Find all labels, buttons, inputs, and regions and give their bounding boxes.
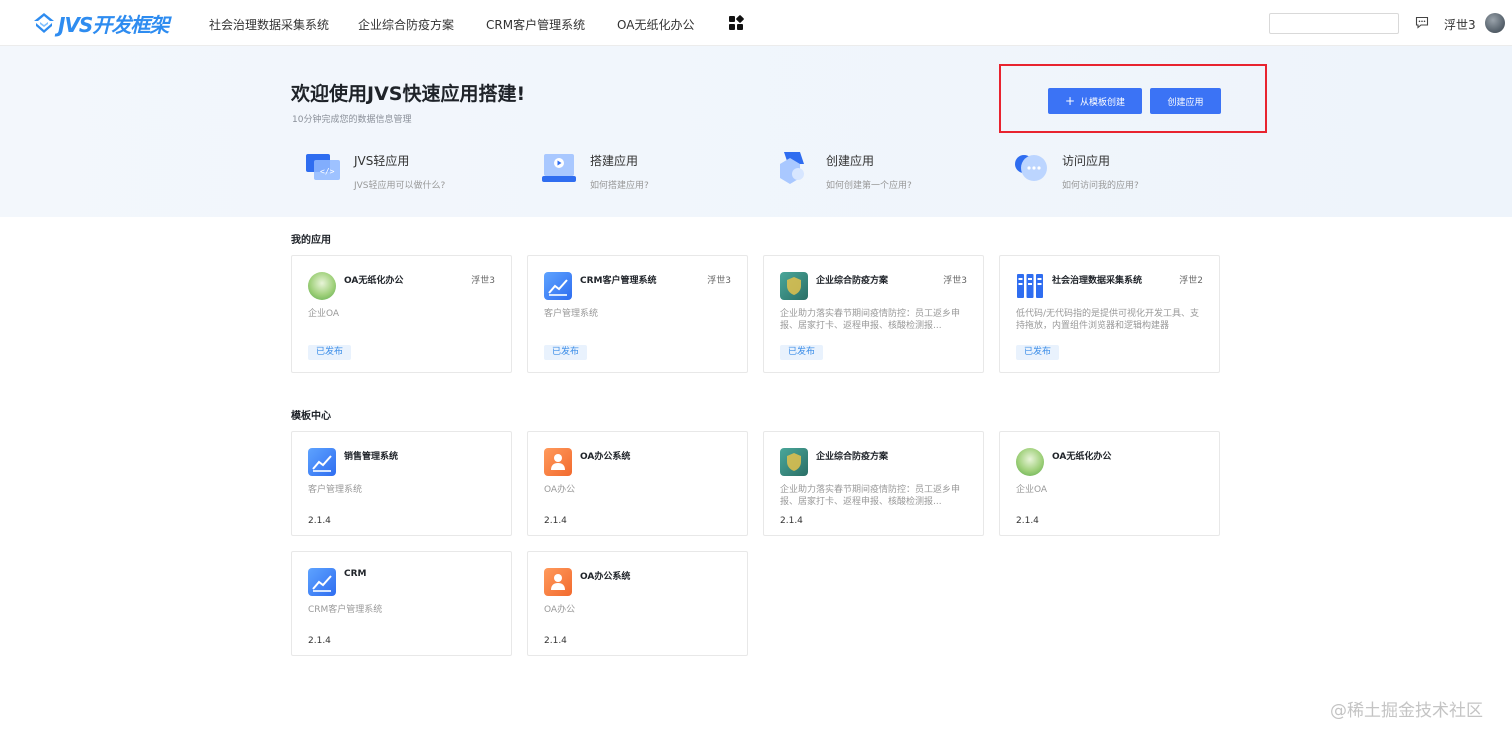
guide-desc: 如何创建第一个应用? [826,181,912,191]
oa-people-icon [544,448,572,476]
create-from-template-button[interactable]: + 从模板创建 [1048,88,1142,114]
crm-chart-icon [308,568,336,596]
template-card-crm[interactable]: CRM CRM客户管理系统 2.1.4 [291,551,512,656]
app-desc: 客户管理系统 [544,309,599,319]
template-card-oa-office[interactable]: OA办公系统 OA办公 2.1.4 [527,431,748,536]
app-card-epidemic[interactable]: 企业综合防疫方案 浮世3 企业助力落实春节期间疫情防控：员工返乡申报、居家打卡、… [763,255,984,373]
app-owner: 浮世3 [471,276,495,286]
template-card-sales[interactable]: 销售管理系统 客户管理系统 2.1.4 [291,431,512,536]
template-desc: OA办公 [544,485,576,495]
app-card-oa[interactable]: OA无纸化办公 浮世3 企业OA 已发布 [291,255,512,373]
guide-desc: 如何搭建应用? [590,181,649,191]
template-desc: 企业助力落实春节期间疫情防控：员工返乡申报、居家打卡、返程申报、核酸检测报... [780,485,961,507]
search-input[interactable] [1269,13,1399,34]
status-badge: 已发布 [780,345,824,360]
code-window-icon: </> [306,154,340,180]
template-name: CRM [344,569,367,579]
user-name[interactable]: 浮世3 [1444,16,1476,33]
crm-chart-icon [544,272,572,300]
logo-text: JVS开发框架 [58,12,169,37]
app-card-crm[interactable]: CRM客户管理系统 浮世3 客户管理系统 已发布 [527,255,748,373]
app-name: OA无纸化办公 [344,276,404,286]
oa-people-icon [544,568,572,596]
app-name: 社会治理数据采集系统 [1052,276,1143,286]
app-name: CRM客户管理系统 [580,276,657,286]
template-version: 2.1.4 [308,516,331,526]
template-version: 2.1.4 [780,516,803,526]
guide-item-visit-app[interactable]: 访问应用 如何访问我的应用? [1014,150,1214,192]
template-desc: OA办公 [544,605,576,615]
status-badge: 已发布 [544,345,588,360]
create-app-label: 创建应用 [1167,97,1204,108]
top-navbar: JVS开发框架 社会治理数据采集系统 企业综合防疫方案 CRM客户管理系统 OA… [0,0,1512,46]
epidemic-shield-icon [780,448,808,476]
logo-icon [34,13,54,33]
template-name: OA办公系统 [580,572,631,582]
template-name: OA办公系统 [580,452,631,462]
template-name: 企业综合防疫方案 [816,452,889,462]
template-version: 2.1.4 [308,636,331,646]
chat-bubble-icon[interactable] [1415,16,1429,29]
page-title: 欢迎使用JVS快速应用搭建! [291,83,526,105]
nav-item-social-governance[interactable]: 社会治理数据采集系统 [209,16,329,33]
template-version: 2.1.4 [544,636,567,646]
epidemic-shield-icon [780,272,808,300]
guide-title: JVS轻应用 [354,154,410,168]
cube-icon [780,152,804,184]
guide-item-jvs-light[interactable]: </> JVS轻应用 JVS轻应用可以做什么? [306,150,506,192]
apps-grid-icon[interactable] [728,15,744,31]
svg-text:</>: </> [320,167,335,176]
nav-item-crm[interactable]: CRM客户管理系统 [486,16,585,33]
create-from-template-label: 从模板创建 [1080,97,1126,108]
guide-desc: 如何访问我的应用? [1062,181,1139,191]
app-name: 企业综合防疫方案 [816,276,889,286]
template-card-oa-office-2[interactable]: OA办公系统 OA办公 2.1.4 [527,551,748,656]
chat-dots-icon [1015,155,1047,181]
template-desc: 企业OA [1016,485,1048,495]
templates-title: 模板中心 [291,411,331,422]
template-card-oa-paperless[interactable]: OA无纸化办公 企业OA 2.1.4 [999,431,1220,536]
hero-banner [0,46,1512,217]
guide-title: 访问应用 [1062,154,1111,168]
data-columns-icon [1016,272,1044,300]
template-desc: CRM客户管理系统 [308,605,383,615]
guide-desc: JVS轻应用可以做什么? [354,181,446,191]
app-desc: 企业助力落实春节期间疫情防控：员工返乡申报、居家打卡、返程申报、核酸检测报... [780,309,961,331]
template-card-epidemic[interactable]: 企业综合防疫方案 企业助力落实春节期间疫情防控：员工返乡申报、居家打卡、返程申报… [763,431,984,536]
guide-title: 创建应用 [826,154,875,168]
template-desc: 客户管理系统 [308,485,363,495]
template-name: OA无纸化办公 [1052,452,1112,462]
crm-chart-icon [308,448,336,476]
app-owner: 浮世3 [707,276,731,286]
app-owner: 浮世2 [1179,276,1203,286]
template-version: 2.1.4 [544,516,567,526]
avatar[interactable] [1485,13,1505,33]
status-badge: 已发布 [1016,345,1060,360]
create-app-button[interactable]: 创建应用 [1150,88,1221,114]
guide-item-build-app[interactable]: 搭建应用 如何搭建应用? [542,150,742,192]
app-card-social-governance[interactable]: 社会治理数据采集系统 浮世2 低代码/无代码指的是提供可视化开发工具、支持拖放，… [999,255,1220,373]
nav-item-epidemic[interactable]: 企业综合防疫方案 [358,16,454,33]
template-version: 2.1.4 [1016,516,1039,526]
my-apps-title: 我的应用 [291,235,331,246]
status-badge: 已发布 [308,345,352,360]
guide-title: 搭建应用 [590,154,639,168]
app-desc: 低代码/无代码指的是提供可视化开发工具、支持拖放，内置组件浏览器和逻辑构建器 [1016,309,1200,331]
logo[interactable]: JVS开发框架 [32,9,169,37]
oa-landscape-icon [308,272,336,300]
play-screen-icon [542,154,576,182]
app-desc: 企业OA [308,309,340,319]
plus-icon: + [1064,94,1076,108]
page-subtitle: 10分钟完成您的数据信息管理 [292,115,412,125]
nav-item-oa[interactable]: OA无纸化办公 [617,16,694,33]
oa-landscape-icon [1016,448,1044,476]
template-name: 销售管理系统 [344,452,399,462]
app-owner: 浮世3 [943,276,967,286]
watermark: @稀土掘金技术社区 [1330,701,1483,721]
guide-item-create-app[interactable]: 创建应用 如何创建第一个应用? [778,150,978,192]
